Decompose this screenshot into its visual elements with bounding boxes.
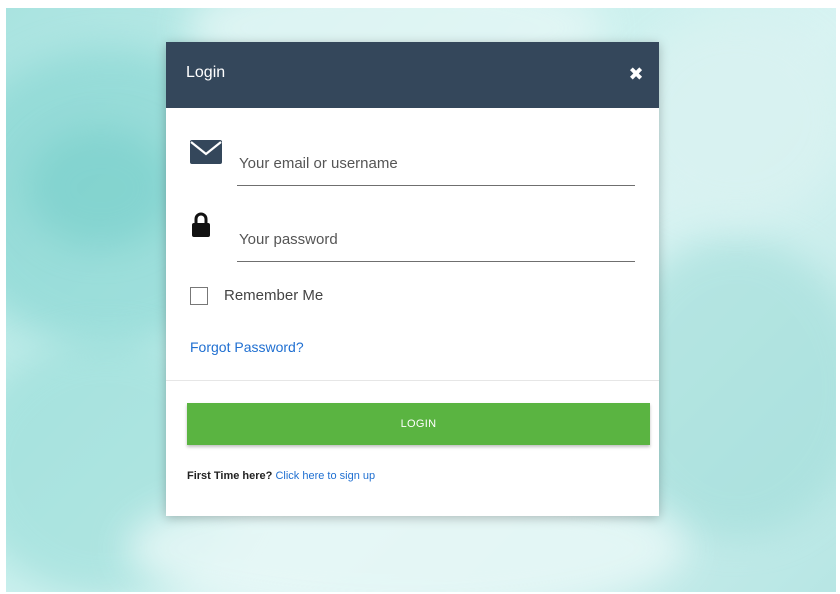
signup-link[interactable]: Click here to sign up: [275, 470, 375, 482]
remember-me-checkbox[interactable]: [190, 287, 208, 305]
email-input[interactable]: [237, 149, 631, 177]
remember-me-label[interactable]: Remember Me: [224, 287, 323, 304]
background-shape: [26, 128, 176, 248]
signup-prefix: First Time here?: [187, 470, 273, 482]
password-input[interactable]: [237, 225, 631, 253]
email-field: [237, 145, 635, 186]
password-field: [237, 221, 635, 262]
close-icon[interactable]: ✖: [627, 64, 645, 84]
forgot-password-link[interactable]: Forgot Password?: [190, 339, 304, 355]
envelope-icon: [190, 140, 222, 164]
login-dialog: Login ✖ Remember Me Forgot Password? LOG…: [166, 42, 659, 516]
signup-prompt: First Time here? Click here to sign up: [187, 470, 375, 482]
dialog-header: Login ✖: [166, 42, 659, 108]
lock-icon: [192, 212, 210, 237]
login-button[interactable]: LOGIN: [187, 403, 650, 445]
divider: [166, 380, 659, 381]
dialog-title: Login: [186, 64, 226, 81]
